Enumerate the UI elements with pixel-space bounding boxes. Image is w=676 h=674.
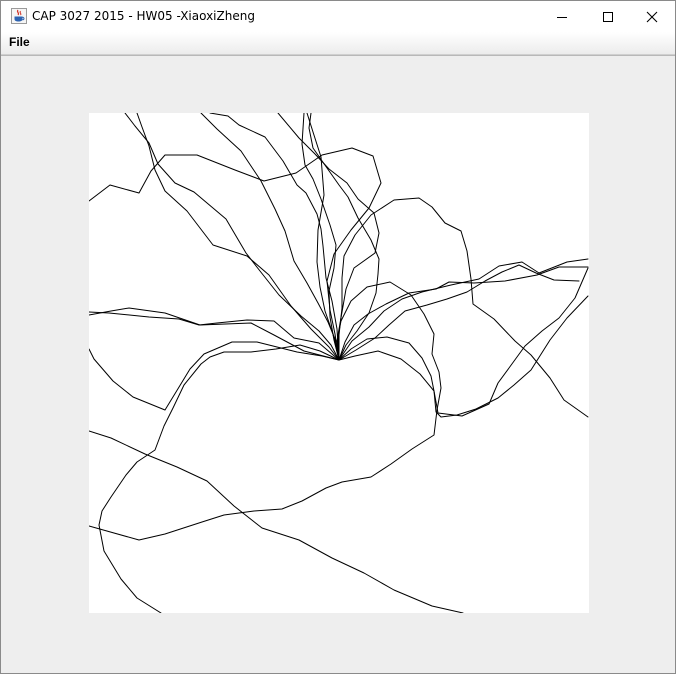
walk-path xyxy=(338,264,580,361)
walk-path xyxy=(301,113,340,361)
walk-path xyxy=(306,113,340,361)
random-walk-drawing xyxy=(89,113,589,613)
app-window: CAP 3027 2015 - HW05 -XiaoxiZheng File xyxy=(0,0,676,674)
close-icon xyxy=(646,11,658,22)
title-bar[interactable]: CAP 3027 2015 - HW05 -XiaoxiZheng xyxy=(1,1,675,32)
window-title: CAP 3027 2015 - HW05 -XiaoxiZheng xyxy=(32,9,255,23)
minimize-icon xyxy=(557,16,567,18)
close-button[interactable] xyxy=(629,1,675,32)
maximize-icon xyxy=(603,11,613,22)
walk-path xyxy=(338,266,589,361)
drawing-canvas xyxy=(89,113,589,613)
menu-bar: File xyxy=(1,32,675,55)
walk-path xyxy=(124,113,340,361)
menu-file[interactable]: File xyxy=(9,35,30,50)
maximize-button[interactable] xyxy=(585,1,631,32)
walk-path xyxy=(338,197,589,418)
minimize-button[interactable] xyxy=(539,1,585,32)
walk-path xyxy=(89,430,464,613)
walk-path xyxy=(89,341,340,411)
java-cup-icon xyxy=(11,8,27,24)
content-pane xyxy=(1,55,675,673)
walk-path xyxy=(98,344,340,613)
walk-path xyxy=(209,113,340,361)
walk-path xyxy=(338,295,589,418)
